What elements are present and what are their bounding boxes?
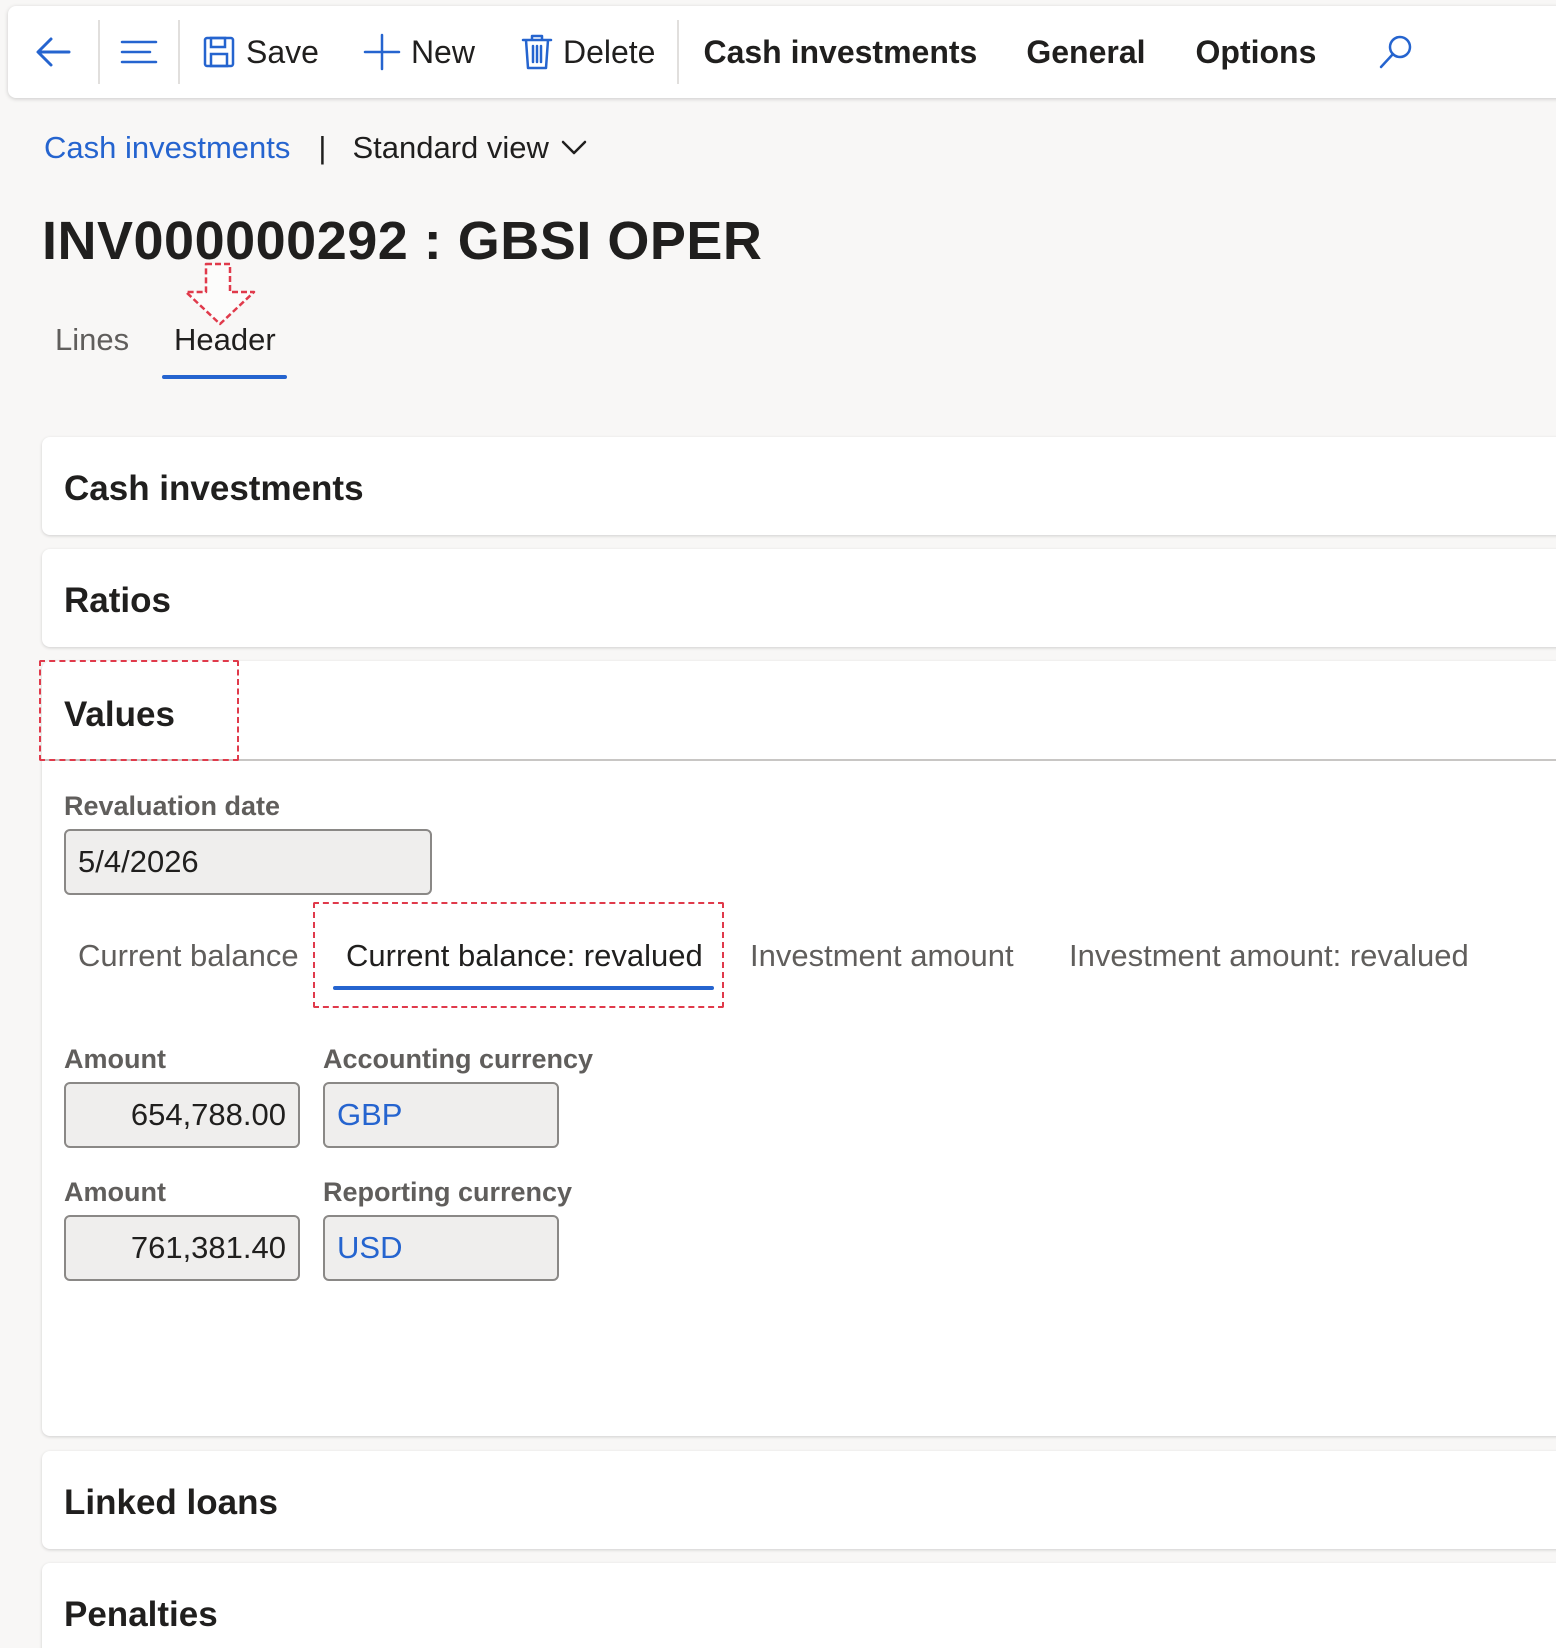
save-label: Save [246, 33, 319, 70]
save-icon [203, 36, 235, 68]
new-button[interactable]: New [363, 6, 475, 98]
delete-button[interactable]: Delete [521, 6, 656, 98]
accounting-currency-label: Accounting currency [323, 1044, 594, 1074]
toolbar-tab-options[interactable]: Options [1196, 6, 1317, 98]
view-selector[interactable]: Standard view [352, 130, 587, 166]
section-cash-investments[interactable]: Cash investments [42, 437, 1556, 535]
section-title-values[interactable]: Values [64, 695, 175, 735]
action-bar: Save New Delete Cash investments General… [8, 6, 1556, 98]
amount-label: Amount [64, 1177, 166, 1207]
toolbar-tab-label: Options [1195, 33, 1317, 70]
trash-icon [521, 34, 553, 70]
subtab-current-balance-revalued[interactable]: Current balance: revalued [346, 938, 703, 974]
amount-label: Amount [64, 1044, 166, 1074]
section-values: Values Revaluation date 5/4/2026 Amount … [42, 661, 1556, 1436]
section-title: Linked loans [64, 1483, 278, 1522]
tab-active-indicator [162, 375, 287, 379]
section-linked-loans[interactable]: Linked loans [42, 1451, 1556, 1549]
subtab-active-indicator [333, 986, 714, 990]
subtab-investment-amount-revalued[interactable]: Investment amount: revalued [1069, 938, 1469, 974]
accounting-currency-field[interactable]: GBP [323, 1082, 559, 1148]
subtab-current-balance[interactable]: Current balance [78, 938, 299, 974]
reporting-currency-field[interactable]: USD [323, 1215, 559, 1281]
annotation-arrow-icon [184, 262, 256, 326]
section-divider [42, 759, 1556, 761]
hamburger-icon [120, 40, 158, 64]
search-button[interactable] [1378, 6, 1414, 98]
back-arrow-icon [36, 37, 71, 67]
toolbar-tab-label: General [1026, 33, 1146, 70]
section-title: Penalties [64, 1595, 218, 1634]
section-title: Ratios [64, 581, 171, 620]
toolbar-divider [178, 20, 180, 84]
breadcrumb-link[interactable]: Cash investments [44, 130, 290, 166]
chevron-down-icon [561, 140, 587, 155]
toolbar-tab-general[interactable]: General [1026, 6, 1145, 98]
toolbar-tab-label: Cash investments [703, 33, 978, 70]
search-icon [1380, 35, 1412, 69]
toolbar-divider [677, 20, 680, 84]
reporting-currency-label: Reporting currency [323, 1177, 573, 1207]
reporting-amount-field[interactable]: 761,381.40 [64, 1215, 300, 1281]
toolbar-tab-cash-investments[interactable]: Cash investments [703, 6, 977, 98]
plus-icon [363, 33, 401, 71]
section-penalties[interactable]: Penalties [42, 1563, 1556, 1648]
delete-label: Delete [562, 33, 656, 70]
section-title: Cash investments [64, 469, 364, 508]
revaluation-date-label: Revaluation date [64, 791, 281, 821]
breadcrumb: Cash investments | Standard view [44, 126, 587, 170]
page-title: INV000000292 : GBSI OPER [42, 211, 763, 271]
new-label: New [410, 33, 475, 70]
menu-button[interactable] [100, 6, 178, 98]
back-button[interactable] [8, 6, 98, 98]
accounting-amount-field[interactable]: 654,788.00 [64, 1082, 300, 1148]
page: Save New Delete Cash investments General… [0, 0, 1556, 1648]
subtab-investment-amount[interactable]: Investment amount [750, 938, 1014, 974]
tab-lines[interactable]: Lines [55, 322, 129, 358]
save-button[interactable]: Save [202, 6, 319, 98]
breadcrumb-separator: | [318, 130, 327, 165]
revaluation-date-field[interactable]: 5/4/2026 [64, 829, 432, 895]
tab-header[interactable]: Header [174, 322, 276, 358]
view-selector-label: Standard view [352, 130, 549, 165]
section-ratios[interactable]: Ratios [42, 549, 1556, 647]
